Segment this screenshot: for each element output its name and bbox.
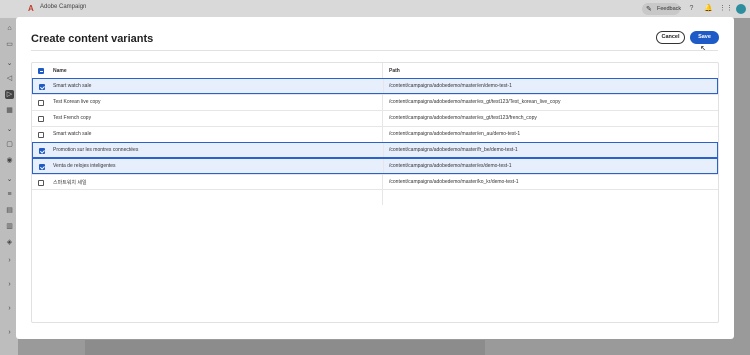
footer-strip [85,340,485,355]
table-row[interactable]: 스마트워치 세일 /content/campaigns/adobedemo/ma… [32,174,718,190]
mouse-cursor-icon: ↖ [700,44,707,53]
select-all-checkbox[interactable] [38,68,44,74]
table-row[interactable]: Smart watch sale /content/campaigns/adob… [32,78,718,94]
row-name: Test Korean live copy [53,99,101,105]
avatar[interactable] [736,4,746,14]
row-path: /content/campaigns/adobedemo/master/es/d… [389,163,512,169]
message-icon[interactable]: ▢ [5,140,14,149]
cell-separator [383,143,384,157]
chevron-down-icon[interactable]: ⌄ [5,175,14,184]
calendar-icon[interactable]: ▦ [5,106,14,115]
notifications-icon[interactable]: 🔔 [704,4,713,13]
location-icon[interactable]: ◉ [5,156,14,165]
cell-separator [383,79,384,93]
app-header: A Adobe Campaign ✎ Feedback ? 🔔 ⋮⋮ [0,0,750,18]
cell-separator [383,159,384,173]
table-row[interactable]: Test Korean live copy /content/campaigns… [32,94,718,110]
row-name: Venta de relojes inteligentes [53,163,116,169]
list-icon[interactable]: ≡ [5,190,14,199]
table-row[interactable]: Smart watch sale /content/campaigns/adob… [32,126,718,142]
chevron-right-icon[interactable]: › [5,328,14,337]
row-checkbox[interactable] [38,100,44,106]
feedback-icon: ✎ [646,6,652,13]
dialog-title: Create content variants [31,33,154,45]
row-checkbox[interactable] [38,116,44,122]
row-name: 스마트워치 세일 [53,180,87,186]
adobe-logo-icon: A [28,4,34,13]
help-icon[interactable]: ? [687,4,696,13]
chevron-right-icon[interactable]: › [5,280,14,289]
table-header: Name Path [32,63,718,79]
row-path: /content/campaigns/adobedemo/master/en/d… [389,83,512,89]
table-row[interactable]: Promotion sur les montres connectées /co… [32,142,718,158]
apps-grid-icon[interactable]: ⋮⋮ [719,4,733,13]
row-name: Test French copy [53,115,92,121]
row-path: /content/campaigns/adobedemo/master/ko_k… [389,179,519,185]
chart-icon[interactable]: ▥ [5,222,14,231]
layers-icon[interactable]: ▤ [5,206,14,215]
column-header-path[interactable]: Path [389,68,400,74]
variants-table: Name Path Smart watch sale /content/camp… [31,62,719,323]
shield-icon[interactable]: ◈ [5,238,14,247]
row-name: Smart watch sale [53,83,92,89]
divider [31,50,718,51]
chevron-down-icon[interactable]: ⌄ [5,59,14,68]
chevron-down-icon[interactable]: ⌄ [5,125,14,134]
row-path: /content/campaigns/adobedemo/master/fr_b… [389,147,518,153]
save-button[interactable]: Save [690,31,719,44]
feedback-label: Feedback [657,6,682,12]
chevron-right-icon[interactable]: › [5,256,14,265]
row-name: Smart watch sale [53,131,92,137]
journey-icon[interactable]: ▷ [5,90,14,99]
row-checkbox[interactable] [39,84,45,90]
row-path: /content/campaigns/adobedemo/master/en_a… [389,131,521,137]
folder-icon[interactable]: ▭ [5,40,14,49]
create-content-variants-dialog: Create content variants Cancel Save ↖ Na… [16,17,734,339]
home-icon[interactable]: ⌂ [5,24,14,33]
row-checkbox[interactable] [39,164,45,170]
cancel-button[interactable]: Cancel [656,31,685,44]
row-checkbox[interactable] [39,148,45,154]
table-row[interactable]: Venta de relojes inteligentes /content/c… [32,158,718,174]
column-header-name[interactable]: Name [53,68,67,74]
table-row[interactable]: Test French copy /content/campaigns/adob… [32,110,718,126]
megaphone-icon[interactable]: ◁ [5,74,14,83]
chevron-right-icon[interactable]: › [5,304,14,313]
feedback-button[interactable]: ✎ Feedback [642,3,682,15]
row-name: Promotion sur les montres connectées [53,147,139,153]
row-checkbox[interactable] [38,180,44,186]
row-checkbox[interactable] [38,132,44,138]
app-title: Adobe Campaign [40,4,87,10]
row-path: /content/campaigns/adobedemo/master/es_g… [389,115,537,121]
row-path: /content/campaigns/adobedemo/master/es_g… [389,99,561,105]
